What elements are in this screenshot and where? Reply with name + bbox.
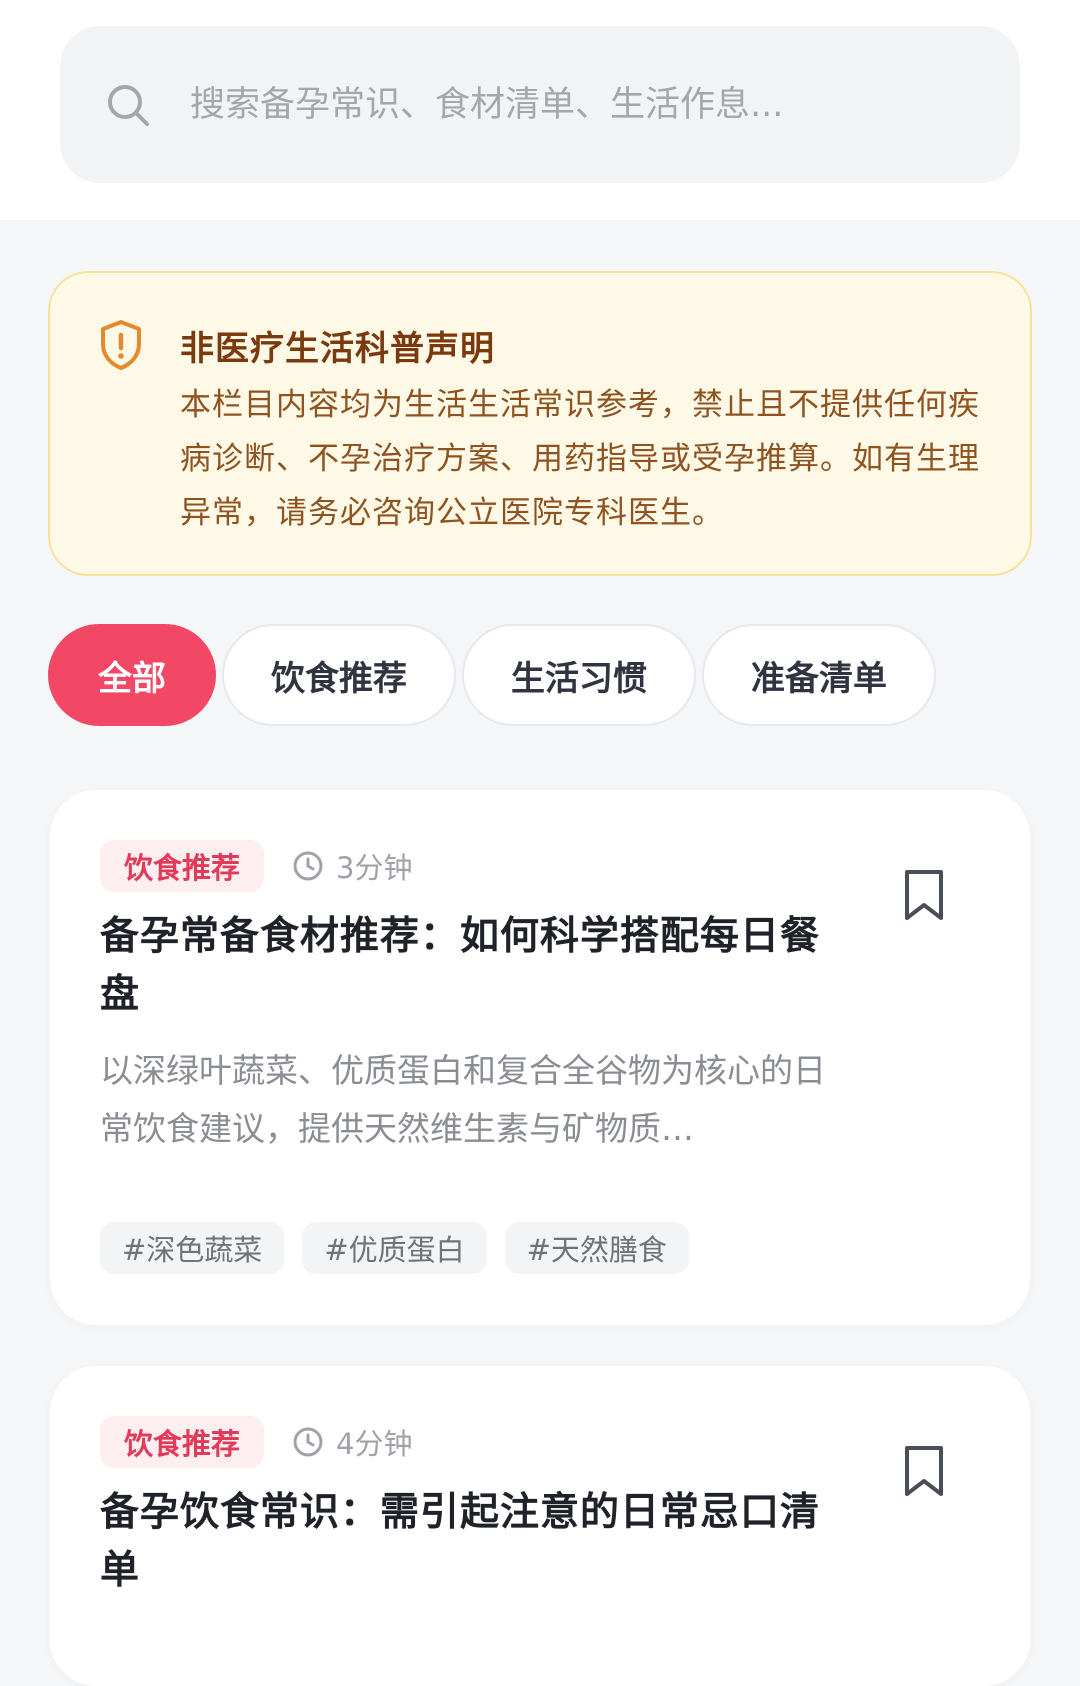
read-time-label: 3分钟 [336,851,413,885]
filter-chip-all[interactable]: 全部 [48,624,216,726]
read-time-label: 4分钟 [336,1427,413,1461]
header-bar [0,0,1080,220]
filter-chip-diet[interactable]: 饮食推荐 [222,624,456,726]
bookmark-icon[interactable] [902,868,946,922]
tag-chip[interactable]: #优质蛋白 [302,1222,487,1274]
tag-chip[interactable]: #深色蔬菜 [100,1222,285,1274]
notice-title: 非医疗生活科普声明 [180,329,495,369]
bookmark-icon[interactable] [902,1444,946,1498]
read-time: 4分钟 [292,1416,412,1468]
article-card[interactable]: 饮食推荐 4分钟 备孕饮食常识：需引起注意的日常忌口清单 [50,1366,1030,1686]
disclaimer-notice: 非医疗生活科普声明 本栏目内容均为生活生活常识参考，禁止且不提供任何疾病诊断、不… [48,271,1032,576]
read-time: 3分钟 [292,840,412,892]
filter-chip-checklist[interactable]: 准备清单 [702,624,936,726]
search-bar[interactable] [60,26,1020,183]
article-summary: 以深绿叶蔬菜、优质蛋白和复合全谷物为核心的日常饮食建议，提供天然维生素与矿物质… [100,1051,826,1148]
category-badge: 饮食推荐 [100,1416,265,1468]
filter-chip-lifestyle[interactable]: 生活习惯 [462,624,696,726]
search-input[interactable] [190,84,950,125]
search-icon [108,84,149,126]
article-card[interactable]: 饮食推荐 3分钟 备孕常备食材推荐：如何科学搭配每日餐盘 以深绿叶蔬菜、优质蛋白… [50,790,1030,1325]
article-title[interactable]: 备孕常备食材推荐：如何科学搭配每日餐盘 [100,908,830,1024]
shield-alert-icon [101,320,141,370]
tag-list: #深色蔬菜 #优质蛋白 #天然膳食 [100,1222,689,1274]
clock-icon [293,851,323,881]
tag-chip[interactable]: #天然膳食 [504,1222,689,1274]
article-title[interactable]: 备孕饮食常识：需引起注意的日常忌口清单 [100,1484,830,1600]
notice-body: 本栏目内容均为生活生活常识参考，禁止且不提供任何疾病诊断、不孕治疗方案、用药指导… [180,387,980,531]
category-badge: 饮食推荐 [100,840,265,892]
clock-icon [293,1427,323,1457]
